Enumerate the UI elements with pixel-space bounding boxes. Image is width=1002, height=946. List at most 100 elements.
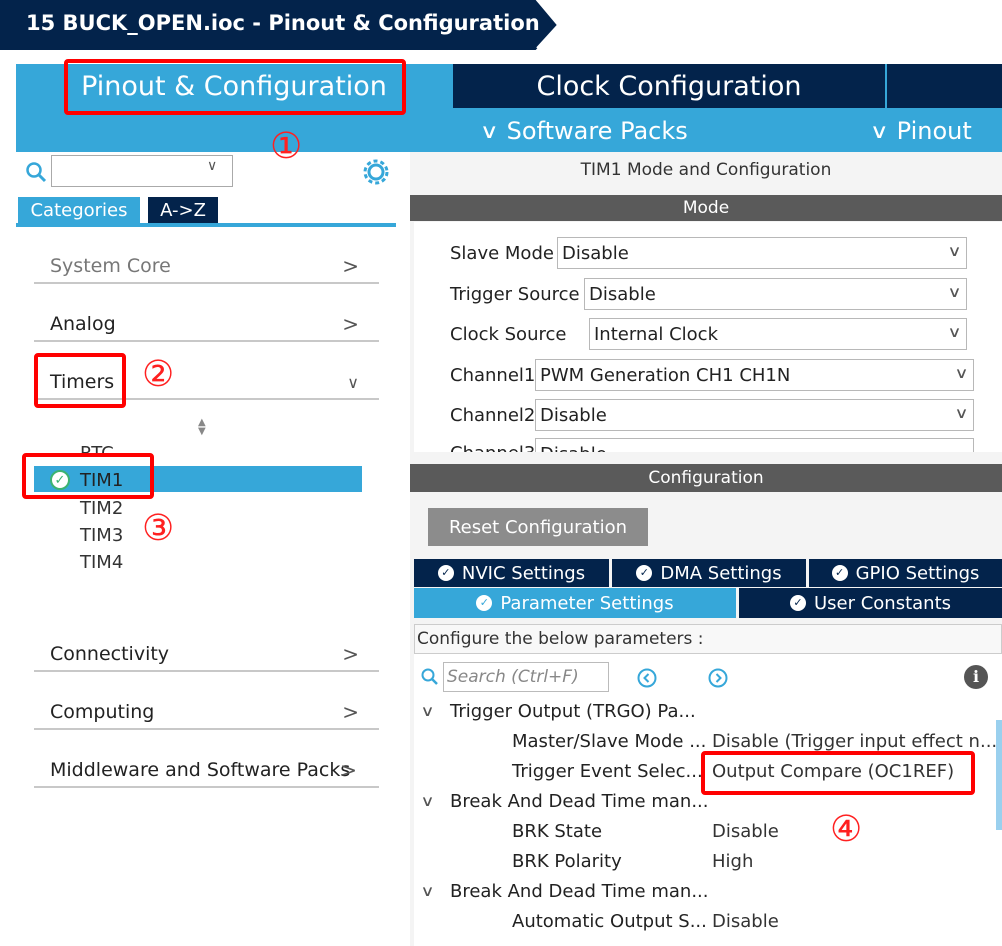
mode-header: Mode [410, 195, 1002, 221]
chevron-right-icon: > [340, 758, 357, 782]
pinout-menu-label: Pinout [896, 117, 972, 145]
tab-user-constants[interactable]: ✓ User Constants [739, 588, 1002, 618]
brk-state-value[interactable]: Disable [712, 821, 779, 842]
chevron-down-icon: ∨ [947, 283, 962, 301]
chevron-right-icon: > [342, 312, 359, 336]
annotation-marker-1: ① [270, 126, 303, 167]
chevron-down-icon[interactable]: ∨ [420, 792, 434, 810]
chevron-down-icon: ∨ [947, 242, 962, 260]
category-label: Connectivity [50, 643, 170, 665]
annotation-marker-2: ② [142, 354, 175, 395]
brk-polarity-value[interactable]: High [712, 851, 753, 872]
select-value: Disable [562, 242, 629, 264]
tab-gpio-settings[interactable]: ✓ GPIO Settings [809, 559, 1002, 587]
tab-parameter-settings[interactable]: ✓ Parameter Settings [414, 588, 736, 618]
tab-categories[interactable]: Categories [18, 197, 140, 223]
clock-source-label: Clock Source [450, 324, 567, 345]
chevron-right-icon: > [342, 700, 359, 724]
tab-clock-configuration[interactable]: Clock Configuration [453, 64, 885, 108]
select-value: Disable [540, 404, 607, 426]
timer-tim3[interactable]: TIM3 [80, 525, 123, 546]
channel3-label: Channel3 [450, 443, 535, 452]
trgo-group[interactable]: Trigger Output (TRGO) Pa... [450, 701, 696, 722]
tab-underline [16, 223, 396, 227]
chevron-down-icon[interactable]: ∨ [207, 158, 227, 182]
channel2-label: Channel2 [450, 405, 536, 426]
select-value: Disable [540, 444, 607, 452]
annotation-marker-4: ④ [830, 809, 863, 850]
tab-dma-settings[interactable]: ✓ DMA Settings [612, 559, 806, 587]
category-computing[interactable]: Computing > [34, 696, 379, 730]
annotation-marker-3: ③ [142, 508, 175, 549]
channel1-label: Channel1 [450, 365, 536, 386]
chevron-down-icon: ∨ [479, 119, 499, 143]
highlight-box-4 [701, 751, 975, 795]
software-packs-label: Software Packs [506, 117, 688, 145]
tab-a-to-z[interactable]: A->Z [148, 197, 218, 223]
tab-label: Parameter Settings [500, 592, 674, 614]
category-search-input[interactable] [51, 155, 233, 187]
chevron-down-icon: ∨ [954, 364, 969, 382]
clock-source-select[interactable]: Internal Clock ∨ [589, 318, 967, 350]
previous-icon[interactable] [636, 667, 658, 689]
category-label: Middleware and Software Packs [50, 759, 351, 781]
chevron-right-icon: > [342, 254, 359, 278]
configuration-header: Configuration [410, 464, 1002, 492]
tab-nvic-settings[interactable]: ✓ NVIC Settings [414, 559, 609, 587]
trigger-event-key: Trigger Event Selec... [512, 761, 703, 782]
timer-tim2[interactable]: TIM2 [80, 498, 123, 519]
brk-polarity-key: BRK Polarity [512, 851, 622, 872]
search-icon[interactable] [24, 160, 48, 184]
title-bar: 15 BUCK_OPEN.ioc - Pinout & Configuratio… [0, 0, 1002, 50]
category-analog[interactable]: Analog > [34, 308, 379, 342]
chevron-down-icon: ∨ [947, 323, 962, 341]
check-icon: ✓ [636, 565, 653, 581]
tab-label: User Constants [813, 592, 952, 614]
trigger-source-select[interactable]: Disable ∨ [584, 278, 967, 310]
brk-state-key: BRK State [512, 821, 603, 842]
category-middleware[interactable]: Middleware and Software Packs > [34, 754, 379, 788]
chevron-down-icon: ∨ [347, 373, 359, 392]
category-label: Analog [50, 313, 116, 335]
reset-configuration-button[interactable]: Reset Configuration [428, 508, 648, 546]
master-slave-mode-value[interactable]: Disable (Trigger input effect n... [712, 731, 1000, 752]
select-value: PWM Generation CH1 CH1N [540, 364, 791, 386]
check-icon: ✓ [831, 565, 848, 581]
select-value: Internal Clock [594, 323, 718, 345]
chevron-down-icon[interactable]: ∨ [420, 702, 434, 720]
category-label: System Core [50, 255, 171, 277]
pinout-menu[interactable]: ∨ Pinout [870, 117, 972, 145]
slave-mode-select[interactable]: Disable ∨ [557, 237, 967, 269]
category-connectivity[interactable]: Connectivity > [34, 638, 379, 672]
chevron-right-icon: > [342, 642, 359, 666]
highlight-box-1 [64, 59, 406, 115]
automatic-output-key: Automatic Output S... [512, 911, 707, 932]
next-icon[interactable] [707, 667, 729, 689]
category-label: Computing [50, 701, 155, 723]
scrollbar[interactable] [996, 720, 1002, 830]
search-icon [421, 668, 438, 685]
tab-label: NVIC Settings [461, 562, 586, 584]
trigger-source-label: Trigger Source [450, 284, 580, 305]
channel2-select[interactable]: Disable ∨ [535, 399, 974, 431]
check-icon: ✓ [437, 565, 454, 581]
highlight-box-3 [22, 453, 154, 499]
tab-label: DMA Settings [660, 562, 782, 584]
chevron-down-icon: ∨ [954, 404, 969, 422]
scroll-arrows-icon[interactable]: ▲ ▼ [198, 418, 206, 437]
software-packs-menu[interactable]: ∨ Software Packs [479, 117, 688, 145]
automatic-output-value[interactable]: Disable [712, 911, 779, 932]
channel3-select[interactable]: Disable [535, 438, 974, 452]
info-icon[interactable]: i [964, 665, 988, 689]
chevron-down-icon[interactable]: ∨ [420, 882, 434, 900]
break-dead-time-group-2[interactable]: Break And Dead Time man... [450, 881, 709, 902]
channel1-select[interactable]: PWM Generation CH1 CH1N ∨ [535, 359, 974, 391]
check-icon: ✓ [476, 595, 493, 611]
category-system-core[interactable]: System Core > [34, 250, 379, 284]
break-dead-time-group[interactable]: Break And Dead Time man... [450, 791, 709, 812]
gear-icon[interactable] [362, 158, 390, 186]
timer-tim4[interactable]: TIM4 [80, 552, 123, 573]
parameter-search-input[interactable]: Search (Ctrl+F) [443, 662, 609, 692]
master-slave-mode-key: Master/Slave Mode ... [512, 731, 707, 752]
tab-more[interactable] [887, 64, 1002, 108]
